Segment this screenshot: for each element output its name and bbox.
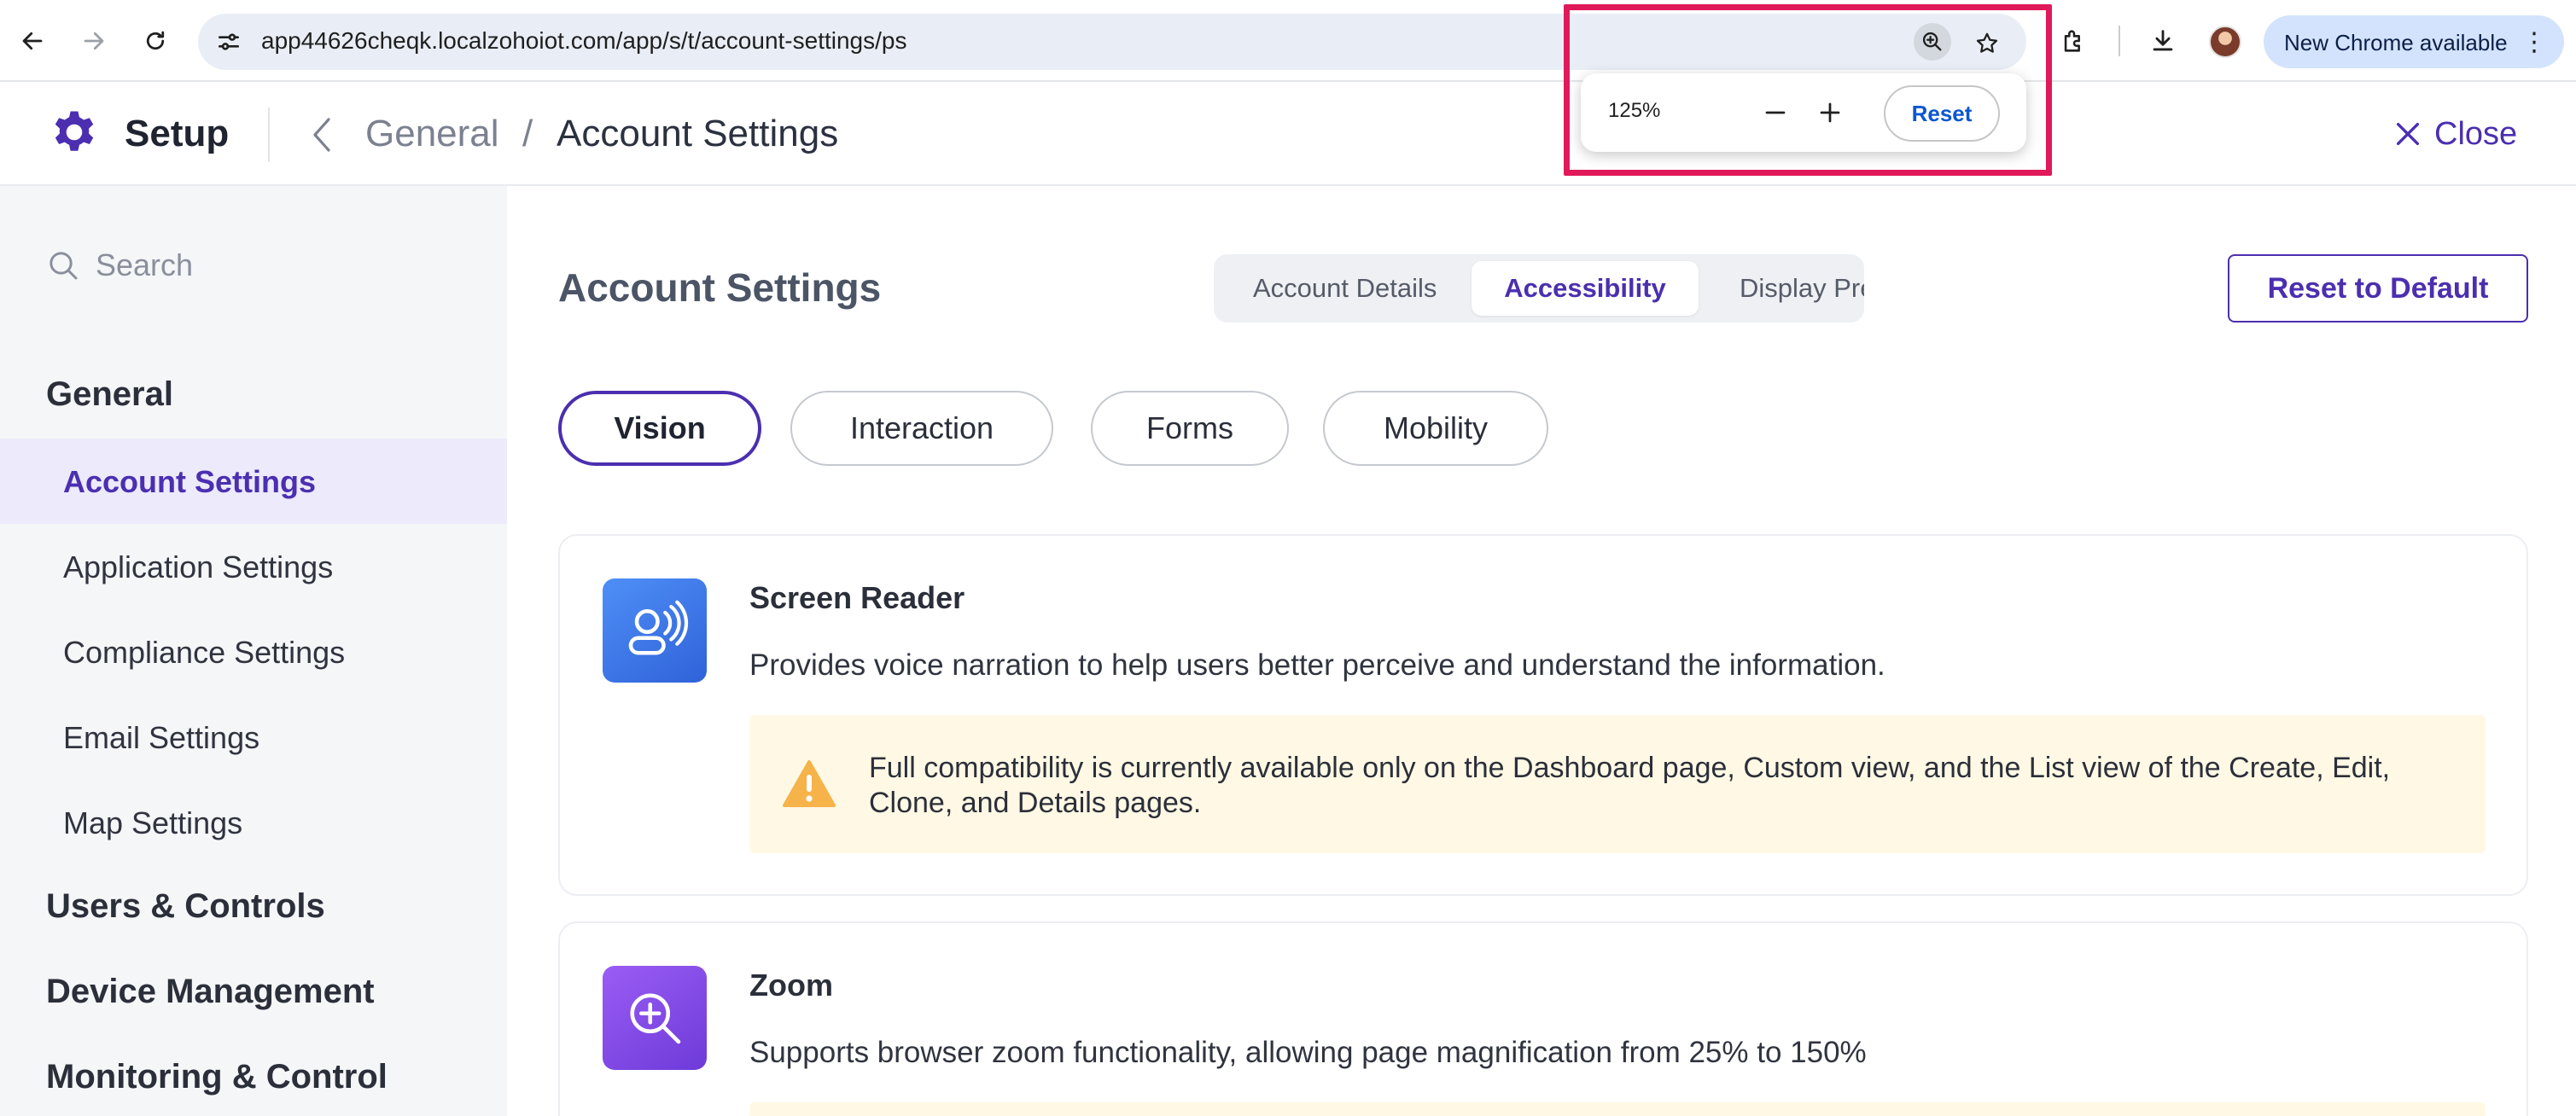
forward-arrow-icon[interactable] <box>75 22 113 60</box>
card-title: Zoom <box>749 968 833 1003</box>
update-pill-label: New Chrome available <box>2284 30 2508 55</box>
sidebar-item-email-settings[interactable]: Email Settings <box>0 695 507 780</box>
sidebar: Search General Account Settings Applicat… <box>0 186 507 1116</box>
profile-avatar[interactable] <box>2209 26 2241 58</box>
browser-toolbar: app44626cheqk.localzohoiot.com/app/s/t/a… <box>0 0 2576 82</box>
sidebar-item-label: Account Settings <box>63 464 317 499</box>
breadcrumb-current: Account Settings <box>557 113 839 154</box>
sidebar-item-label: Application Settings <box>63 549 334 584</box>
reload-icon[interactable] <box>137 22 174 60</box>
back-arrow-icon[interactable] <box>14 22 51 60</box>
search-placeholder: Search <box>96 247 194 282</box>
category-forms[interactable]: Forms <box>1091 391 1289 466</box>
address-bar[interactable]: app44626cheqk.localzohoiot.com/app/s/t/a… <box>198 14 2026 70</box>
card-description: Supports browser zoom functionality, all… <box>749 1036 1867 1069</box>
breadcrumb-parent[interactable]: General <box>365 113 499 155</box>
category-mobility[interactable]: Mobility <box>1323 391 1548 466</box>
sidebar-item-map-settings[interactable]: Map Settings <box>0 780 507 865</box>
warning-icon <box>782 759 836 809</box>
sidebar-item-compliance-settings[interactable]: Compliance Settings <box>0 609 507 695</box>
zoom-icon <box>603 966 707 1070</box>
minus-icon <box>1765 111 1786 114</box>
sidebar-group-general[interactable]: General <box>46 375 173 414</box>
compatibility-notice: Full compatibility is currently availabl… <box>749 715 2486 853</box>
app-title: Setup <box>125 113 230 154</box>
reset-to-default-button[interactable]: Reset to Default <box>2228 254 2528 323</box>
tab-account-details[interactable]: Account Details <box>1253 261 1437 316</box>
screen-reader-icon <box>603 578 707 683</box>
close-button[interactable]: Close <box>2393 113 2517 155</box>
chevron-left-icon[interactable] <box>307 114 336 155</box>
tab-accessibility[interactable]: Accessibility <box>1472 261 1699 316</box>
screen-reader-card: Screen Reader Provides voice narration t… <box>558 534 2528 896</box>
more-menu-icon[interactable]: ⋮ <box>2521 27 2547 57</box>
sidebar-item-label: Map Settings <box>63 805 243 840</box>
sidebar-item-label: Compliance Settings <box>63 635 346 670</box>
zoom-card: Zoom Supports browser zoom functionality… <box>558 921 2528 1116</box>
main-content: Account Settings Account Details Accessi… <box>507 186 2576 1116</box>
card-description: Provides voice narration to help users b… <box>749 648 1885 682</box>
sidebar-item-label: Email Settings <box>63 720 260 755</box>
tab-display-preferences[interactable]: Display Pre <box>1740 261 1864 316</box>
category-vision[interactable]: Vision <box>558 391 761 466</box>
extensions-puzzle-icon[interactable] <box>2057 24 2091 58</box>
sidebar-group-monitoring-control[interactable]: Monitoring & Control <box>46 1058 388 1096</box>
breadcrumb-separator: / <box>522 113 533 154</box>
settings-tabs: Account Details Accessibility Display Pr… <box>1214 254 1864 323</box>
zoom-level: 125% <box>1608 99 1661 122</box>
sidebar-group-device-management[interactable]: Device Management <box>46 973 375 1011</box>
sidebar-group-users-controls[interactable]: Users & Controls <box>46 887 325 926</box>
sidebar-item-account-settings[interactable]: Account Settings <box>0 439 507 524</box>
url-text[interactable]: app44626cheqk.localzohoiot.com/app/s/t/a… <box>261 27 906 55</box>
zoom-magnifier-icon[interactable] <box>1914 23 1951 61</box>
site-settings-icon[interactable] <box>215 28 242 55</box>
search-icon <box>50 252 78 280</box>
toolbar-divider <box>2118 26 2120 56</box>
bookmark-star-icon[interactable] <box>1970 26 2004 61</box>
setup-gear-logo-icon <box>48 106 101 159</box>
close-label: Close <box>2434 115 2518 152</box>
app-header: Setup General / Account Settings Close <box>0 82 2576 186</box>
zoom-in-button[interactable] <box>1811 94 1849 131</box>
category-interaction[interactable]: Interaction <box>790 391 1053 466</box>
download-icon[interactable] <box>2146 24 2180 58</box>
zoom-popup: 125% Reset <box>1581 73 2026 152</box>
zoom-notice <box>749 1102 2486 1116</box>
sidebar-search[interactable]: Search <box>46 247 193 283</box>
page-title: Account Settings <box>558 265 882 310</box>
plus-icon <box>1820 102 1840 123</box>
zoom-out-button[interactable] <box>1757 94 1794 131</box>
sidebar-item-application-settings[interactable]: Application Settings <box>0 524 507 609</box>
new-chrome-available-button[interactable]: New Chrome available ⋮ <box>2264 15 2564 68</box>
card-title: Screen Reader <box>749 580 965 615</box>
close-icon <box>2396 122 2420 146</box>
notice-text: Full compatibility is currently availabl… <box>869 752 2391 819</box>
zoom-reset-button[interactable]: Reset <box>1884 85 2000 142</box>
header-divider <box>268 108 270 162</box>
